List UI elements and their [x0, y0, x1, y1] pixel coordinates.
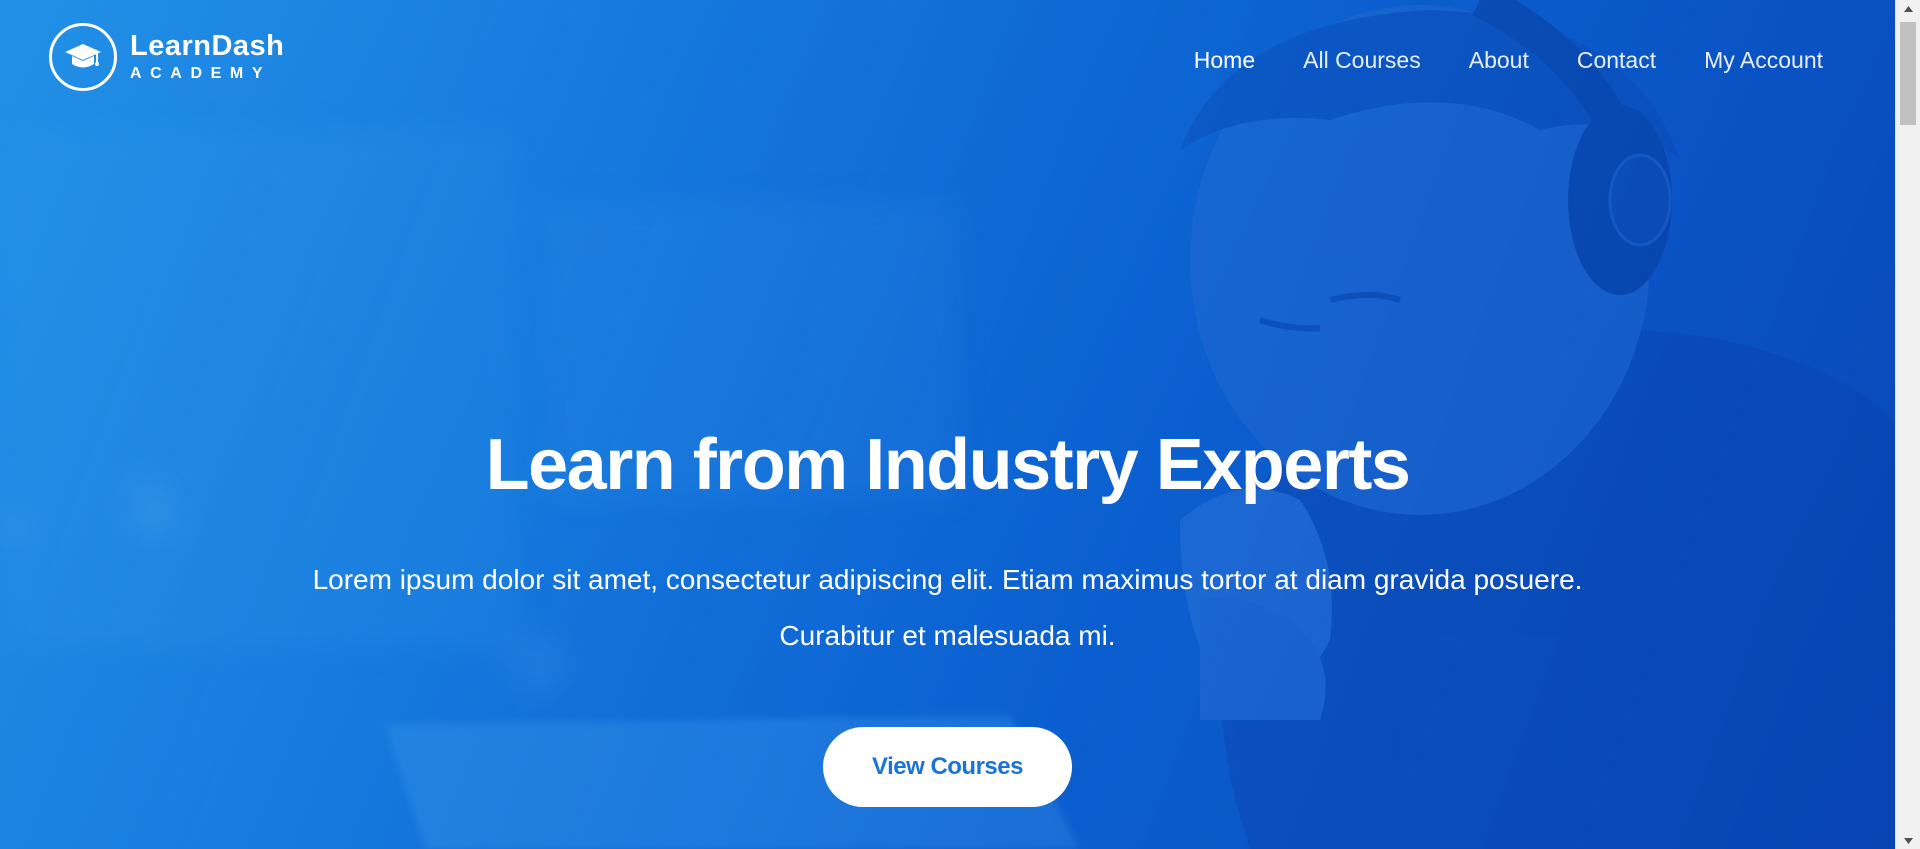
- brand-name: LearnDash: [130, 30, 285, 62]
- page: LearnDash ACADEMY Home All Courses About…: [0, 0, 1920, 849]
- hero-description: Lorem ipsum dolor sit amet, consectetur …: [0, 552, 1895, 664]
- site-logo[interactable]: LearnDash ACADEMY: [49, 23, 284, 91]
- graduation-cap-icon: [49, 23, 117, 91]
- logo-text: LearnDash ACADEMY: [130, 30, 284, 84]
- site-header: LearnDash ACADEMY Home All Courses About…: [0, 0, 1895, 120]
- nav-item-contact[interactable]: Contact: [1577, 44, 1656, 76]
- main-navigation: Home All Courses About Contact My Accoun…: [1194, 44, 1823, 76]
- hero-description-line-2: Curabitur et malesuada mi.: [779, 620, 1116, 651]
- nav-item-all-courses[interactable]: All Courses: [1303, 44, 1421, 76]
- nav-item-home[interactable]: Home: [1194, 44, 1255, 76]
- brand-tagline: ACADEMY: [130, 65, 272, 82]
- view-courses-button[interactable]: View Courses: [823, 727, 1072, 807]
- hero-description-line-1: Lorem ipsum dolor sit amet, consectetur …: [312, 564, 1583, 595]
- arrow-up-icon[interactable]: [1896, 0, 1920, 17]
- hero-title: Learn from Industry Experts: [485, 425, 1411, 505]
- hero-section: LearnDash ACADEMY Home All Courses About…: [0, 0, 1895, 849]
- vertical-scrollbar[interactable]: [1895, 0, 1920, 849]
- nav-item-my-account[interactable]: My Account: [1704, 44, 1823, 76]
- scrollbar-thumb[interactable]: [1900, 22, 1916, 125]
- arrow-down-icon[interactable]: [1896, 832, 1920, 849]
- nav-item-about[interactable]: About: [1469, 44, 1529, 76]
